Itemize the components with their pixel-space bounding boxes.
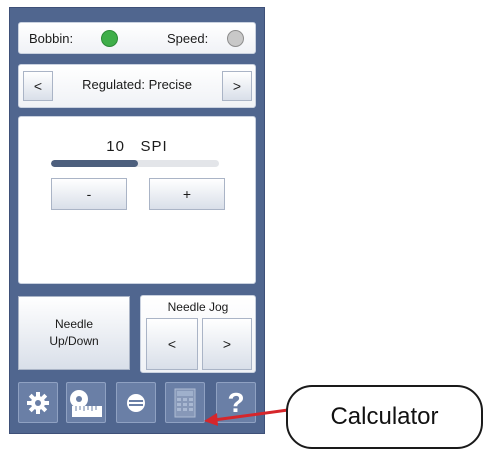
calculator-callout-label: Calculator [330, 403, 439, 430]
calculator-callout: Calculator [286, 385, 483, 449]
callout-arrow [204, 408, 289, 426]
